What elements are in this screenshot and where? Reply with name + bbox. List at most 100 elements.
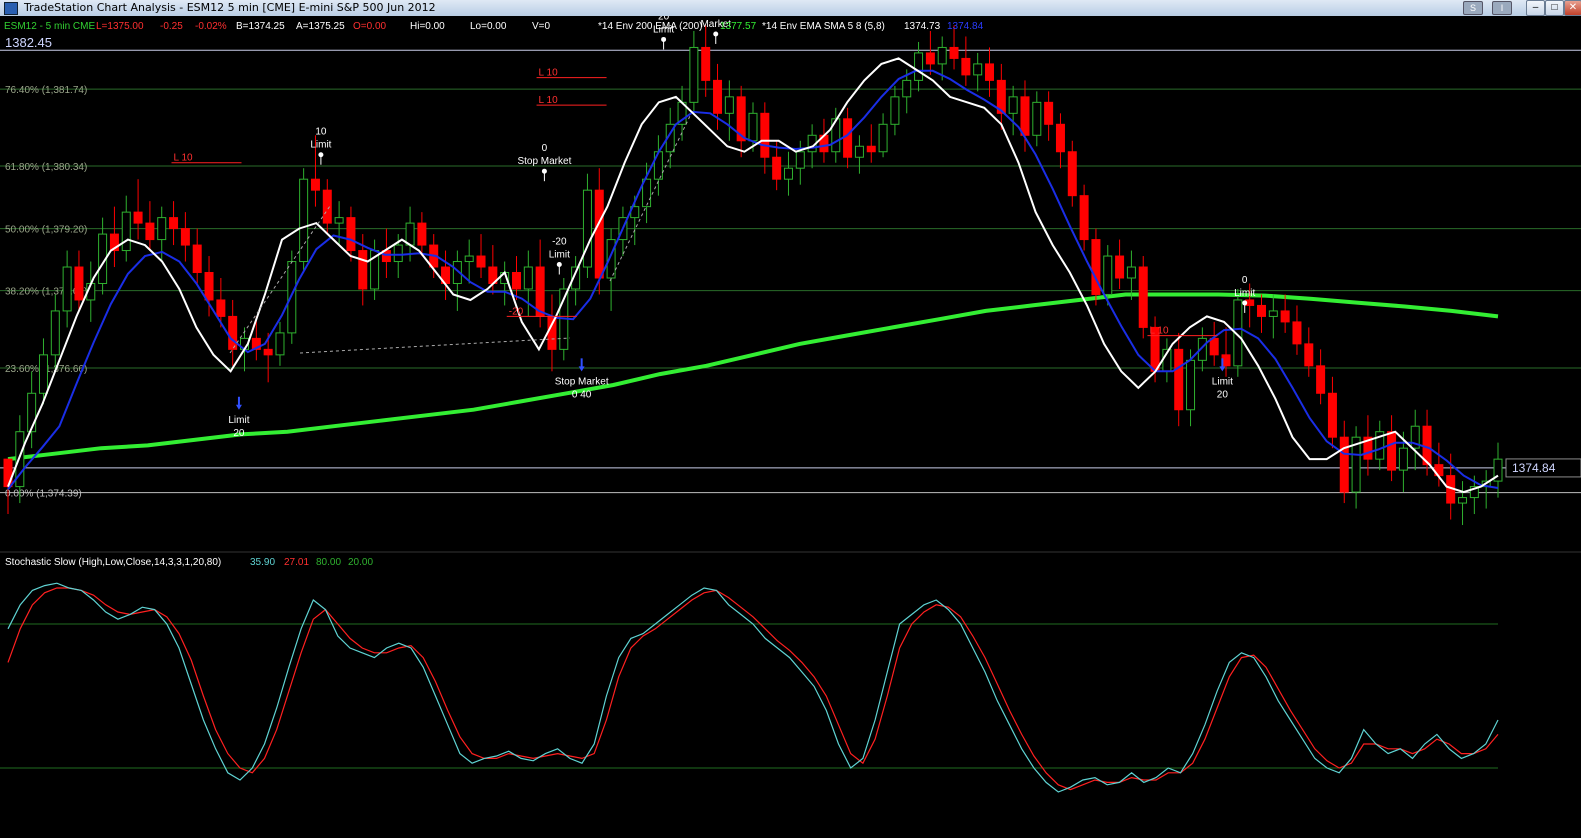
- candle-down: [358, 250, 368, 290]
- candle-down: [228, 315, 238, 350]
- ask-price: A=1375.25: [296, 21, 345, 32]
- candle-up: [405, 222, 415, 246]
- order-0-stop-market-qty: 0: [542, 143, 548, 154]
- candle-down: [1316, 365, 1326, 394]
- current-price-label: 1374.84: [1512, 461, 1556, 475]
- candle-up: [299, 178, 309, 263]
- candle-up: [689, 46, 699, 103]
- candle-up: [38, 354, 48, 394]
- sma-slow-value: 1374.84: [947, 21, 984, 32]
- order-0-limit-right-dot: [1242, 300, 1248, 306]
- fib-label: 61.80% (1,380.34): [5, 162, 87, 173]
- order-10-limit-qty: 10: [315, 127, 327, 138]
- candle-down: [1327, 392, 1337, 438]
- candle-up: [1032, 101, 1042, 136]
- order-limit-20-right-type: Limit: [1212, 376, 1233, 387]
- ema200-label: *14 Env 200 EMA (200): [598, 21, 703, 32]
- order-tag-label: -20: [509, 306, 524, 317]
- sma-fast-value: 1374.73: [904, 21, 941, 32]
- stoch-k-value: 35.90: [250, 557, 275, 568]
- order-20-limit-top-dot: [661, 36, 667, 42]
- candle-down: [511, 272, 521, 290]
- candle-up: [1103, 255, 1113, 295]
- reference-high-label: 1382.45: [5, 35, 52, 50]
- candle-up: [973, 63, 983, 76]
- candle-up: [937, 46, 947, 65]
- candle-down: [346, 217, 356, 252]
- candle-down: [701, 46, 711, 81]
- stochastic-title: Stochastic Slow (High,Low,Close,14,3,3,1…: [5, 557, 221, 568]
- info-menu-button[interactable]: I: [1492, 1, 1512, 15]
- candle-up: [1268, 310, 1278, 317]
- open-price: O=0.00: [353, 21, 387, 32]
- sp-menu-button[interactable]: S: [1463, 1, 1483, 15]
- minimize-icon[interactable]: –: [1526, 0, 1545, 16]
- candle-up: [890, 96, 900, 125]
- candle-down: [3, 458, 13, 488]
- order-20-limit-mid-dot: [556, 262, 562, 268]
- candle-up: [157, 217, 167, 241]
- window-title: TradeStation Chart Analysis - ESM12 5 mi…: [24, 1, 436, 14]
- candle-down: [1174, 348, 1184, 411]
- candle-down: [1292, 321, 1302, 345]
- candle-down: [476, 255, 486, 268]
- order-0-stop-market-type: Stop Market: [517, 156, 571, 167]
- order-tag-label: L 10: [1149, 326, 1169, 337]
- stoch-overbought-value: 80.00: [316, 557, 341, 568]
- candle-up: [1008, 96, 1018, 114]
- candle-down: [1138, 266, 1148, 328]
- order-20-limit-mid-qty: -20: [552, 237, 567, 248]
- candle-up: [914, 52, 924, 81]
- price-chart[interactable]: 76.40% (1,381.74) 61.80% (1,380.34) 50.00%…: [0, 16, 1581, 838]
- candle-up: [748, 112, 758, 142]
- order-10-limit-type: Limit: [310, 140, 331, 151]
- candle-up: [393, 244, 403, 263]
- candle-down: [1079, 195, 1089, 241]
- order-0-market-qty: 0: [713, 16, 719, 17]
- order-10-limit-dot: [318, 152, 324, 158]
- candle-up: [1126, 266, 1136, 279]
- candle-down: [263, 348, 273, 356]
- order-0-market-dot: [713, 31, 719, 37]
- candle-up: [795, 151, 805, 169]
- window-title-bar: TradeStation Chart Analysis - ESM12 5 mi…: [0, 0, 1581, 17]
- candle-up: [62, 266, 72, 312]
- app-icon: [4, 2, 18, 15]
- candle-up: [275, 332, 285, 356]
- candle-down: [1209, 337, 1219, 356]
- order-0-stop-market-dot: [541, 168, 547, 174]
- last-price: L=1375.00: [96, 21, 144, 32]
- candle-down: [1067, 151, 1077, 197]
- fib-label: 0.00% (1,374.39): [5, 489, 82, 500]
- order-tag-label: L 10: [539, 68, 559, 79]
- maximize-icon[interactable]: □: [1545, 0, 1564, 16]
- stochastic-legend: Stochastic Slow (High,Low,Close,14,3,3,1…: [5, 557, 373, 568]
- candle-down: [1339, 436, 1349, 493]
- candle-down: [1055, 123, 1065, 153]
- net-change: -0.25: [160, 21, 183, 32]
- candle-down: [1280, 310, 1290, 323]
- order-tag-label: L 10: [539, 95, 559, 106]
- high-price: Hi=0.00: [410, 21, 445, 32]
- candle-down: [192, 244, 202, 274]
- stoch-d-value: 27.01: [284, 557, 309, 568]
- candle-up: [724, 96, 734, 114]
- ema200-value: 1377.57: [720, 21, 757, 32]
- candle-down: [1115, 255, 1125, 279]
- candle-down: [169, 217, 179, 230]
- candle-down: [216, 299, 226, 317]
- candle-down: [74, 266, 84, 301]
- order-tag-label: L 10: [174, 153, 194, 164]
- order-limit-20-left-qty: 20: [233, 428, 245, 439]
- candle-up: [287, 261, 297, 334]
- close-icon[interactable]: ✕: [1564, 0, 1581, 16]
- candle-down: [772, 156, 782, 180]
- stoch-oversold-value: 20.00: [348, 557, 373, 568]
- candle-up: [653, 151, 663, 180]
- candle-down: [843, 118, 853, 158]
- sma-label: *14 Env EMA SMA 5 8 (5,8): [762, 21, 885, 32]
- candle-down: [713, 79, 723, 114]
- volume: V=0: [532, 21, 551, 32]
- order-0-limit-right-type: Limit: [1234, 288, 1255, 299]
- candle-up: [334, 217, 344, 224]
